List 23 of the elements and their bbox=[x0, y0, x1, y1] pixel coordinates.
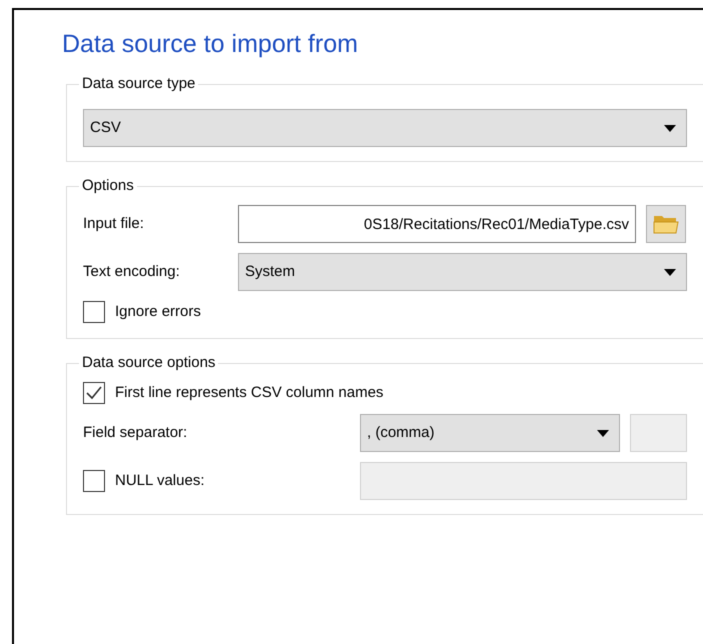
field-label: Input file: bbox=[83, 214, 145, 234]
checkbox-label: Ignore errors bbox=[115, 302, 201, 322]
folder-icon bbox=[653, 213, 679, 235]
checkbox[interactable] bbox=[83, 301, 105, 324]
separator-field[interactable] bbox=[630, 414, 687, 452]
dropdown[interactable]: CSV bbox=[83, 109, 687, 147]
group-title: Data source type bbox=[79, 75, 198, 93]
page-heading: Data source to import from bbox=[62, 29, 358, 60]
dropdown[interactable]: , (comma) bbox=[360, 414, 620, 452]
checkbox[interactable] bbox=[83, 382, 105, 404]
field-label: Text encoding: bbox=[83, 262, 181, 282]
checkbox-label: First line represents CSV column names bbox=[115, 382, 384, 402]
checkbox-label: NULL values: bbox=[115, 470, 206, 491]
dropdown-arrow-icon bbox=[664, 124, 676, 132]
group-title: Options bbox=[79, 177, 137, 195]
dropdown-arrow-icon bbox=[664, 268, 676, 276]
dropdown[interactable]: System bbox=[238, 253, 687, 291]
field-label: Field separator: bbox=[83, 422, 188, 443]
checkbox[interactable] bbox=[83, 470, 105, 492]
null-values-field[interactable] bbox=[360, 462, 687, 500]
dropdown-arrow-icon bbox=[597, 430, 609, 436]
group-title: Data source options bbox=[79, 354, 218, 372]
file-path-field[interactable]: 0S18/Recitations/Rec01/MediaType.csv bbox=[238, 205, 636, 243]
